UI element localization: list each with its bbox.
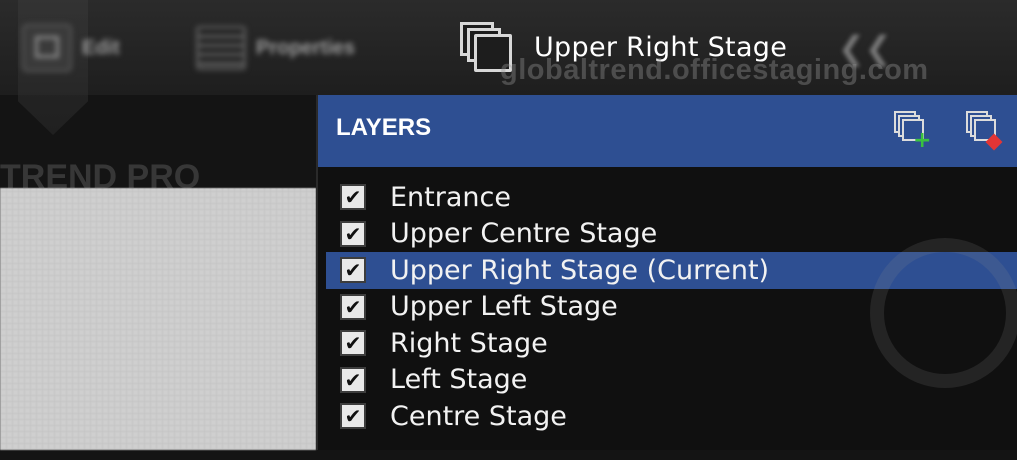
layer-label: Upper Left Stage [390, 291, 618, 323]
layer-visibility-checkbox[interactable]: ✔ [340, 403, 366, 430]
layer-visibility-checkbox[interactable]: ✔ [340, 184, 366, 211]
stage-canvas[interactable] [0, 188, 316, 450]
layer-label: Left Stage [390, 364, 528, 396]
layer-visibility-checkbox[interactable]: ✔ [340, 220, 366, 247]
layer-visibility-checkbox[interactable]: ✔ [340, 257, 366, 284]
panel-title: LAYERS [336, 114, 432, 141]
layer-label: Upper Right Stage (Current) [390, 254, 770, 286]
layer-visibility-checkbox[interactable]: ✔ [340, 330, 366, 357]
edit-label: Edit [82, 36, 120, 59]
properties-button[interactable]: Properties [196, 22, 355, 74]
add-layer-icon[interactable]: + [892, 109, 932, 152]
layer-row[interactable]: ✔ Centre Stage [318, 398, 1017, 435]
layer-label: Entrance [390, 181, 511, 213]
delete-layer-icon[interactable] [964, 109, 1004, 151]
layer-label: Centre Stage [390, 400, 567, 432]
layer-label: Upper Centre Stage [390, 218, 658, 250]
edit-icon [22, 24, 72, 72]
watermark-globe-icon [870, 238, 1017, 388]
layer-visibility-checkbox[interactable]: ✔ [340, 293, 366, 320]
edit-button[interactable]: Edit [22, 22, 120, 74]
layers-panel-header: LAYERS + [318, 95, 1017, 167]
layer-visibility-checkbox[interactable]: ✔ [340, 366, 366, 393]
layer-label: Right Stage [390, 327, 548, 359]
layer-row[interactable]: ✔ Entrance [318, 179, 1017, 216]
properties-label: Properties [256, 36, 355, 59]
properties-icon [196, 26, 246, 70]
watermark-text: globaltrend.officestaging.com [500, 54, 929, 86]
toolbar: Edit Properties Upper Right Stage ❮❮ glo… [0, 0, 1017, 135]
